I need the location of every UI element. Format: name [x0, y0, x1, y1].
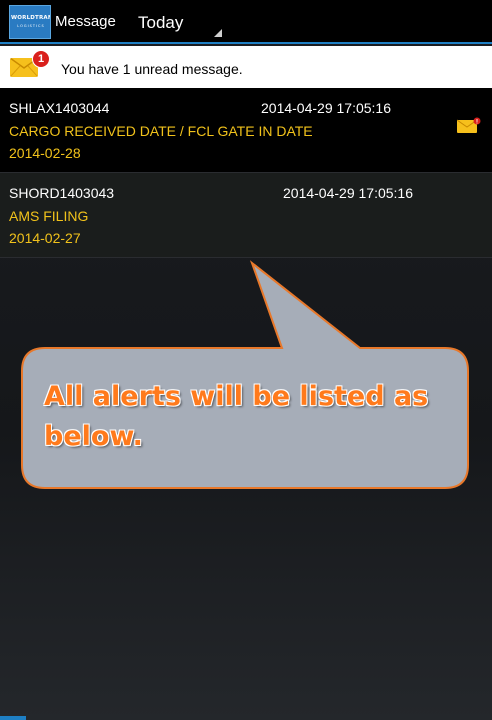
message-row[interactable]: SHORD1403043 2014-04-29 17:05:16 AMS FIL…: [0, 173, 492, 258]
unread-count-badge: 1: [32, 50, 50, 68]
message-timestamp: 2014-04-29 17:05:16: [261, 100, 391, 116]
logo-brand-text: WORLDTRANS: [11, 15, 50, 21]
logo-sub-text: LOGISTICS: [17, 24, 45, 28]
action-bar: WORLDTRANS LOGISTICS Message Today: [0, 0, 492, 44]
message-row[interactable]: SHLAX1403044 2014-04-29 17:05:16 CARGO R…: [0, 88, 492, 173]
svg-text:!: !: [476, 120, 478, 126]
app-title: Message: [55, 13, 116, 30]
app-logo[interactable]: WORLDTRANS LOGISTICS: [9, 5, 51, 39]
callout-message: All alerts will be listed as below.: [44, 381, 429, 452]
message-timestamp: 2014-04-29 17:05:16: [283, 185, 413, 201]
message-reference: SHORD1403043: [9, 185, 115, 201]
dropdown-corner-icon: [214, 29, 222, 37]
bottom-accent-bar: [0, 716, 26, 720]
message-event: CARGO RECEIVED DATE / FCL GATE IN DATE: [9, 123, 313, 139]
message-event: AMS FILING: [9, 208, 89, 224]
message-date: 2014-02-28: [9, 145, 81, 161]
period-selected-value: Today: [138, 13, 184, 32]
message-reference: SHLAX1403044: [9, 100, 110, 116]
message-date: 2014-02-27: [9, 230, 81, 246]
unread-notice-bar[interactable]: 1 You have 1 unread message.: [0, 46, 492, 88]
unread-notice-text: You have 1 unread message.: [61, 61, 243, 77]
unread-envelope-icon: !: [456, 117, 481, 133]
period-dropdown[interactable]: Today: [136, 10, 226, 40]
